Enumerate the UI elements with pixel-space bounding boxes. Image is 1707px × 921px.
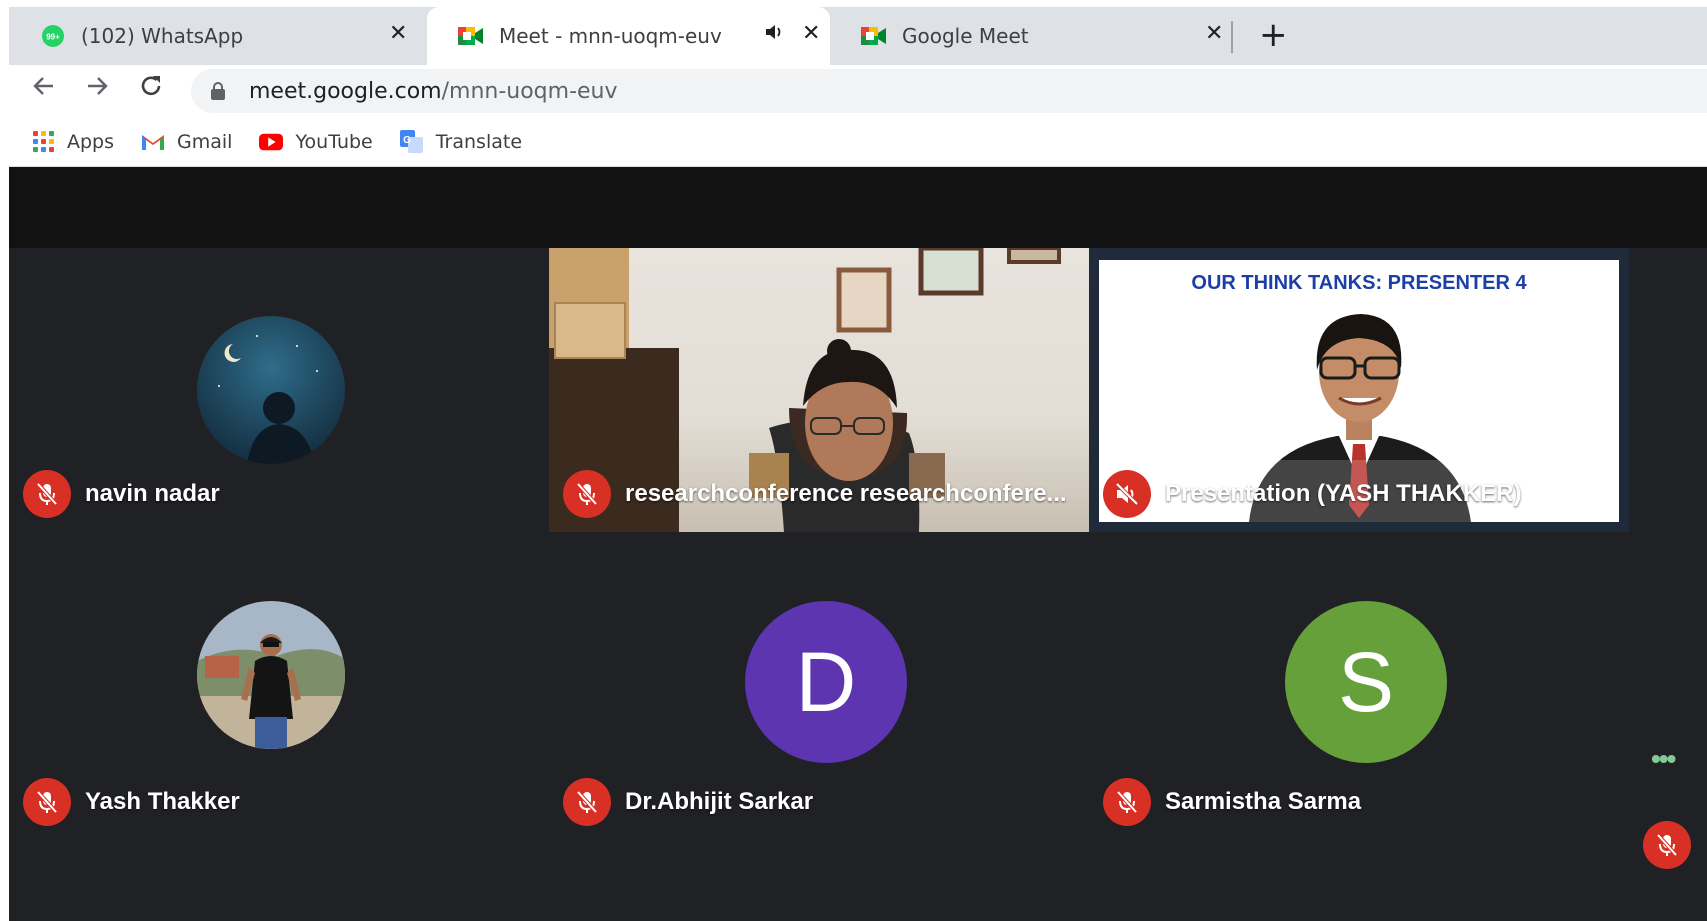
nameplate: Dr.Abhijit Sarkar bbox=[563, 778, 813, 826]
participant-tile-sarmistha-sarma[interactable]: S Sarmistha Sarma bbox=[1089, 556, 1629, 840]
speaker-audio-icon[interactable] bbox=[765, 23, 785, 46]
google-meet-icon bbox=[861, 23, 887, 49]
mic-off-icon[interactable] bbox=[563, 470, 611, 518]
mic-off-icon[interactable] bbox=[23, 778, 71, 826]
address-bar[interactable]: meet.google.com/mnn-uoqm-euv bbox=[191, 69, 1707, 113]
url-path: /mnn-uoqm-euv bbox=[441, 78, 618, 104]
participant-tile-yash-thakker[interactable]: Yash Thakker bbox=[9, 556, 549, 840]
mic-off-icon[interactable] bbox=[23, 470, 71, 518]
reload-icon[interactable] bbox=[138, 73, 164, 107]
apps-grid-icon bbox=[31, 130, 55, 154]
back-arrow-icon[interactable] bbox=[31, 73, 57, 107]
bookmark-gmail[interactable]: Gmail bbox=[141, 130, 232, 154]
avatar bbox=[197, 316, 345, 464]
mic-off-icon[interactable] bbox=[1103, 778, 1151, 826]
bookmark-youtube[interactable]: YouTube bbox=[259, 130, 373, 154]
tab-title: Google Meet bbox=[902, 24, 1029, 48]
avatar-initial: S bbox=[1285, 601, 1447, 763]
meet-top-bar bbox=[9, 167, 1707, 248]
nameplate: researchconference researchconfere... bbox=[563, 470, 1067, 518]
participant-tile-presentation[interactable]: OUR THINK TANKS: PRESENTER 4 Presentatio… bbox=[1089, 248, 1629, 532]
tab-google-meet[interactable]: Google Meet ✕ bbox=[830, 7, 1230, 65]
svg-text:G: G bbox=[403, 135, 411, 146]
participant-name: Yash Thakker bbox=[85, 788, 240, 815]
participant-name: Presentation (YASH THAKKER) bbox=[1165, 480, 1522, 507]
gmail-icon bbox=[141, 130, 165, 154]
svg-text:99+: 99+ bbox=[46, 33, 60, 42]
participant-name: Dr.Abhijit Sarkar bbox=[625, 788, 814, 815]
bookmark-label: YouTube bbox=[295, 130, 373, 153]
bookmarks-bar: Apps Gmail YouTube G Translate bbox=[9, 117, 1707, 167]
tab-title: Meet - mnn-uoqm-euv bbox=[499, 24, 722, 48]
lock-icon[interactable] bbox=[211, 82, 225, 100]
close-tab-icon[interactable]: ✕ bbox=[389, 21, 407, 46]
translate-icon: G bbox=[399, 129, 424, 154]
close-tab-icon[interactable]: ✕ bbox=[802, 21, 820, 46]
tab-separator bbox=[1231, 21, 1233, 53]
mic-off-icon[interactable] bbox=[1643, 821, 1691, 869]
participant-name: navin nadar bbox=[85, 480, 220, 507]
bookmark-label: Gmail bbox=[177, 130, 233, 153]
browser-window: 99+ (102) WhatsApp ✕ Meet - mnn-uoqm-euv… bbox=[9, 7, 1707, 921]
more-options-icon[interactable]: ••• bbox=[1651, 743, 1676, 775]
url-host: meet.google.com bbox=[249, 78, 442, 104]
participant-tile-researchconference[interactable]: researchconference researchconfere... bbox=[549, 248, 1089, 532]
bookmark-apps[interactable]: Apps bbox=[31, 130, 114, 154]
close-tab-icon[interactable]: ✕ bbox=[1205, 21, 1223, 46]
participant-name: Sarmistha Sarma bbox=[1165, 788, 1362, 815]
forward-arrow-icon[interactable] bbox=[84, 73, 110, 107]
tab-strip: 99+ (102) WhatsApp ✕ Meet - mnn-uoqm-euv… bbox=[9, 7, 1707, 65]
mic-off-icon[interactable] bbox=[563, 778, 611, 826]
nameplate: navin nadar bbox=[23, 470, 220, 518]
nameplate: Sarmistha Sarma bbox=[1103, 778, 1361, 826]
tab-whatsapp[interactable]: 99+ (102) WhatsApp ✕ bbox=[9, 7, 427, 65]
new-tab-button[interactable]: + bbox=[1259, 13, 1288, 57]
audio-off-icon[interactable] bbox=[1103, 470, 1151, 518]
nameplate: Yash Thakker bbox=[23, 778, 240, 826]
bookmark-label: Apps bbox=[67, 130, 115, 153]
tab-meet-active[interactable]: Meet - mnn-uoqm-euv ✕ bbox=[427, 7, 830, 65]
avatar-initial: D bbox=[745, 601, 907, 763]
browser-toolbar: meet.google.com/mnn-uoqm-euv bbox=[9, 65, 1707, 117]
avatar bbox=[197, 601, 345, 749]
participant-tile-abhijit-sarkar[interactable]: D Dr.Abhijit Sarkar bbox=[549, 556, 1089, 840]
meet-participant-grid: navin nadar researchconference researchc… bbox=[9, 248, 1707, 921]
tab-title: (102) WhatsApp bbox=[81, 24, 244, 48]
nameplate: Presentation (YASH THAKKER) bbox=[1103, 470, 1522, 518]
whatsapp-icon: 99+ bbox=[40, 23, 66, 49]
participant-tile-navin-nadar[interactable]: navin nadar bbox=[9, 248, 549, 532]
google-meet-icon bbox=[458, 23, 484, 49]
youtube-icon bbox=[259, 130, 284, 154]
bookmark-label: Translate bbox=[435, 130, 523, 153]
participant-name: researchconference researchconfere... bbox=[625, 480, 1067, 507]
bookmark-translate[interactable]: G Translate bbox=[399, 129, 523, 154]
